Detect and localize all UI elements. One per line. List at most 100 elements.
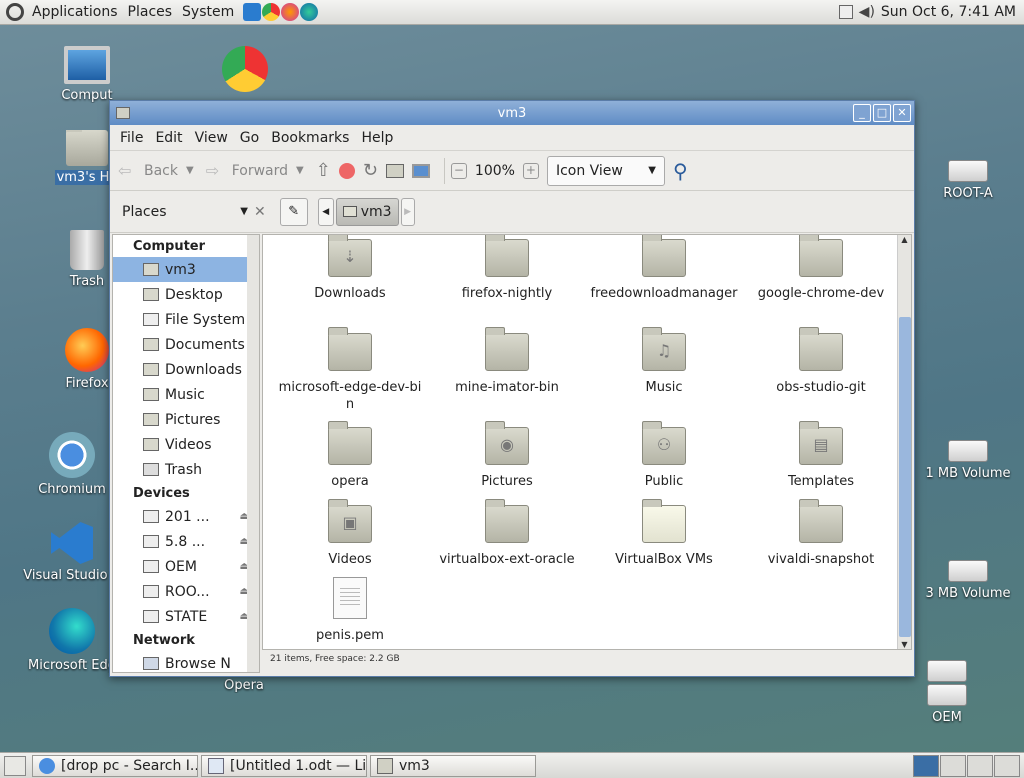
file-item[interactable]: ⚇ Public (589, 421, 739, 490)
file-item[interactable]: freedownloadmanager (589, 235, 739, 302)
file-manager-window: vm3 _ □ ✕ File Edit View Go Bookmarks He… (109, 100, 915, 677)
task-file-manager[interactable]: vm3 (370, 754, 536, 777)
computer-button[interactable] (411, 163, 430, 178)
path-scroll-left-button[interactable]: ◀ (317, 197, 334, 226)
menu-file[interactable]: File (114, 130, 149, 146)
sidebar-item-browse-network[interactable]: Browse N (113, 651, 259, 672)
chrome-dev-launcher-icon[interactable] (262, 3, 281, 21)
file-item[interactable]: VirtualBox VMs (589, 499, 739, 568)
desktop-opera[interactable]: Opera (189, 678, 299, 693)
sidepane-scrollbar[interactable] (247, 235, 259, 672)
file-item[interactable]: ◉ Pictures (432, 421, 582, 490)
menu-go[interactable]: Go (234, 130, 265, 146)
menu-view[interactable]: View (189, 130, 234, 146)
menu-bookmarks[interactable]: Bookmarks (265, 130, 355, 146)
sidebar-item-trash[interactable]: Trash (113, 457, 259, 482)
sidebar-item-vm3[interactable]: vm3 (113, 257, 259, 282)
sidebar-item-downloads[interactable]: Downloads (113, 357, 259, 382)
task-browser[interactable]: [drop pc - Search I... (32, 754, 198, 777)
folder-icon (642, 499, 686, 543)
file-item[interactable]: vivaldi-snapshot (746, 499, 896, 568)
sidebar-device[interactable]: 201 ... ⏏ (113, 504, 259, 529)
network-icon[interactable] (838, 5, 853, 19)
file-item[interactable]: microsoft-edge-dev-bin (275, 327, 425, 413)
scroll-down-arrow[interactable]: ▼ (898, 640, 911, 649)
volume-icon[interactable]: ◀) (859, 4, 875, 20)
distro-logo-icon[interactable] (6, 3, 24, 21)
file-item[interactable]: firefox-nightly (432, 235, 582, 302)
sidebar-device[interactable]: STATE ⏏ (113, 604, 259, 629)
menu-system[interactable]: System (177, 4, 239, 20)
workspace-4[interactable] (994, 754, 1020, 777)
file-item[interactable]: google-chrome-dev (746, 235, 896, 302)
workspace-3[interactable] (967, 754, 993, 777)
view-mode-select[interactable]: Icon View ▼ (546, 155, 665, 186)
back-history-dropdown[interactable]: ▼ (186, 165, 194, 176)
sidebar-item-music[interactable]: Music (113, 382, 259, 407)
workspace-2[interactable] (940, 754, 966, 777)
back-button[interactable]: ⇦ Back (118, 161, 178, 181)
clock[interactable]: Sun Oct 6, 7:41 AM (881, 4, 1016, 20)
menu-edit[interactable]: Edit (149, 130, 188, 146)
folder-icon (485, 235, 529, 277)
task-writer[interactable]: [Untitled 1.odt — Li... (201, 754, 367, 777)
file-name: Pictures (481, 474, 533, 489)
reload-button[interactable]: ↻ (363, 160, 378, 181)
window-folder-icon[interactable] (116, 107, 130, 119)
breadcrumb-vm3[interactable]: vm3 (335, 197, 399, 226)
desktop-volume-2[interactable]: 3 MB Volume (912, 560, 1024, 601)
desktop-volume-1[interactable]: 1 MB Volume (912, 440, 1024, 481)
sidebar-item-videos[interactable]: Videos (113, 432, 259, 457)
path-scroll-right-button[interactable]: ▶ (400, 197, 415, 226)
computer-icon (411, 163, 430, 178)
sidebar-item-desktop[interactable]: Desktop (113, 282, 259, 307)
sidebar-item-pictures[interactable]: Pictures (113, 407, 259, 432)
chevron-down-icon: ▼ (648, 165, 656, 176)
maximize-button[interactable]: □ (873, 104, 891, 122)
desktop-computer[interactable]: Comput (32, 46, 142, 103)
workspace-1[interactable] (913, 754, 939, 777)
file-item[interactable]: obs-studio-git (746, 327, 896, 396)
menu-applications[interactable]: Applications (27, 4, 123, 20)
close-sidepane-button[interactable]: ✕ (254, 204, 266, 220)
places-selector[interactable]: Places ▼ (114, 204, 254, 220)
sidebar-device[interactable]: ROO... ⏏ (113, 579, 259, 604)
scroll-up-arrow[interactable]: ▲ (898, 235, 911, 244)
sidebar-device[interactable]: OEM ⏏ (113, 554, 259, 579)
home-button[interactable] (385, 163, 404, 178)
edge-dev-launcher-icon[interactable] (300, 3, 319, 21)
file-item[interactable]: penis.pem (275, 577, 425, 644)
edit-location-button[interactable]: ✎ (279, 197, 308, 226)
menu-help[interactable]: Help (355, 130, 399, 146)
file-view-scrollbar[interactable]: ▲ ▼ (897, 235, 911, 649)
file-item[interactable]: ♫ Music (589, 327, 739, 396)
file-item[interactable]: mine-imator-bin (432, 327, 582, 396)
desktop-chrome-dev[interactable] (222, 46, 268, 96)
zoom-out-button[interactable]: − (450, 162, 467, 179)
file-item[interactable]: ▤ Templates (746, 421, 896, 490)
desktop-root-a[interactable]: ROOT-A (912, 160, 1024, 201)
minimize-button[interactable]: _ (853, 104, 871, 122)
up-button[interactable]: ⇧ (316, 160, 331, 181)
chromium-icon (49, 432, 95, 478)
forward-history-dropdown[interactable]: ▼ (296, 165, 304, 176)
zoom-in-button[interactable]: + (522, 162, 539, 179)
sidebar-item-documents[interactable]: Documents (113, 332, 259, 357)
folder-icon (799, 499, 843, 543)
vscode-launcher-icon[interactable] (243, 3, 262, 21)
window-titlebar[interactable]: vm3 _ □ ✕ (110, 101, 914, 125)
forward-button[interactable]: ⇨ Forward (206, 161, 288, 181)
file-item[interactable]: ⇣ Downloads (275, 235, 425, 302)
sidebar-item-file-system[interactable]: File System (113, 307, 259, 332)
scroll-thumb[interactable] (899, 317, 911, 637)
search-button[interactable]: ⚲ (673, 159, 688, 183)
stop-button[interactable] (338, 162, 355, 179)
firefox-launcher-icon[interactable] (281, 3, 300, 21)
file-item[interactable]: virtualbox-ext-oracle (432, 499, 582, 568)
menu-places[interactable]: Places (123, 4, 178, 20)
close-button[interactable]: ✕ (893, 104, 911, 122)
show-desktop-button[interactable] (4, 755, 26, 776)
file-item[interactable]: opera (275, 421, 425, 490)
sidebar-device[interactable]: 5.8 ... ⏏ (113, 529, 259, 554)
file-item[interactable]: ▣ Videos (275, 499, 425, 568)
